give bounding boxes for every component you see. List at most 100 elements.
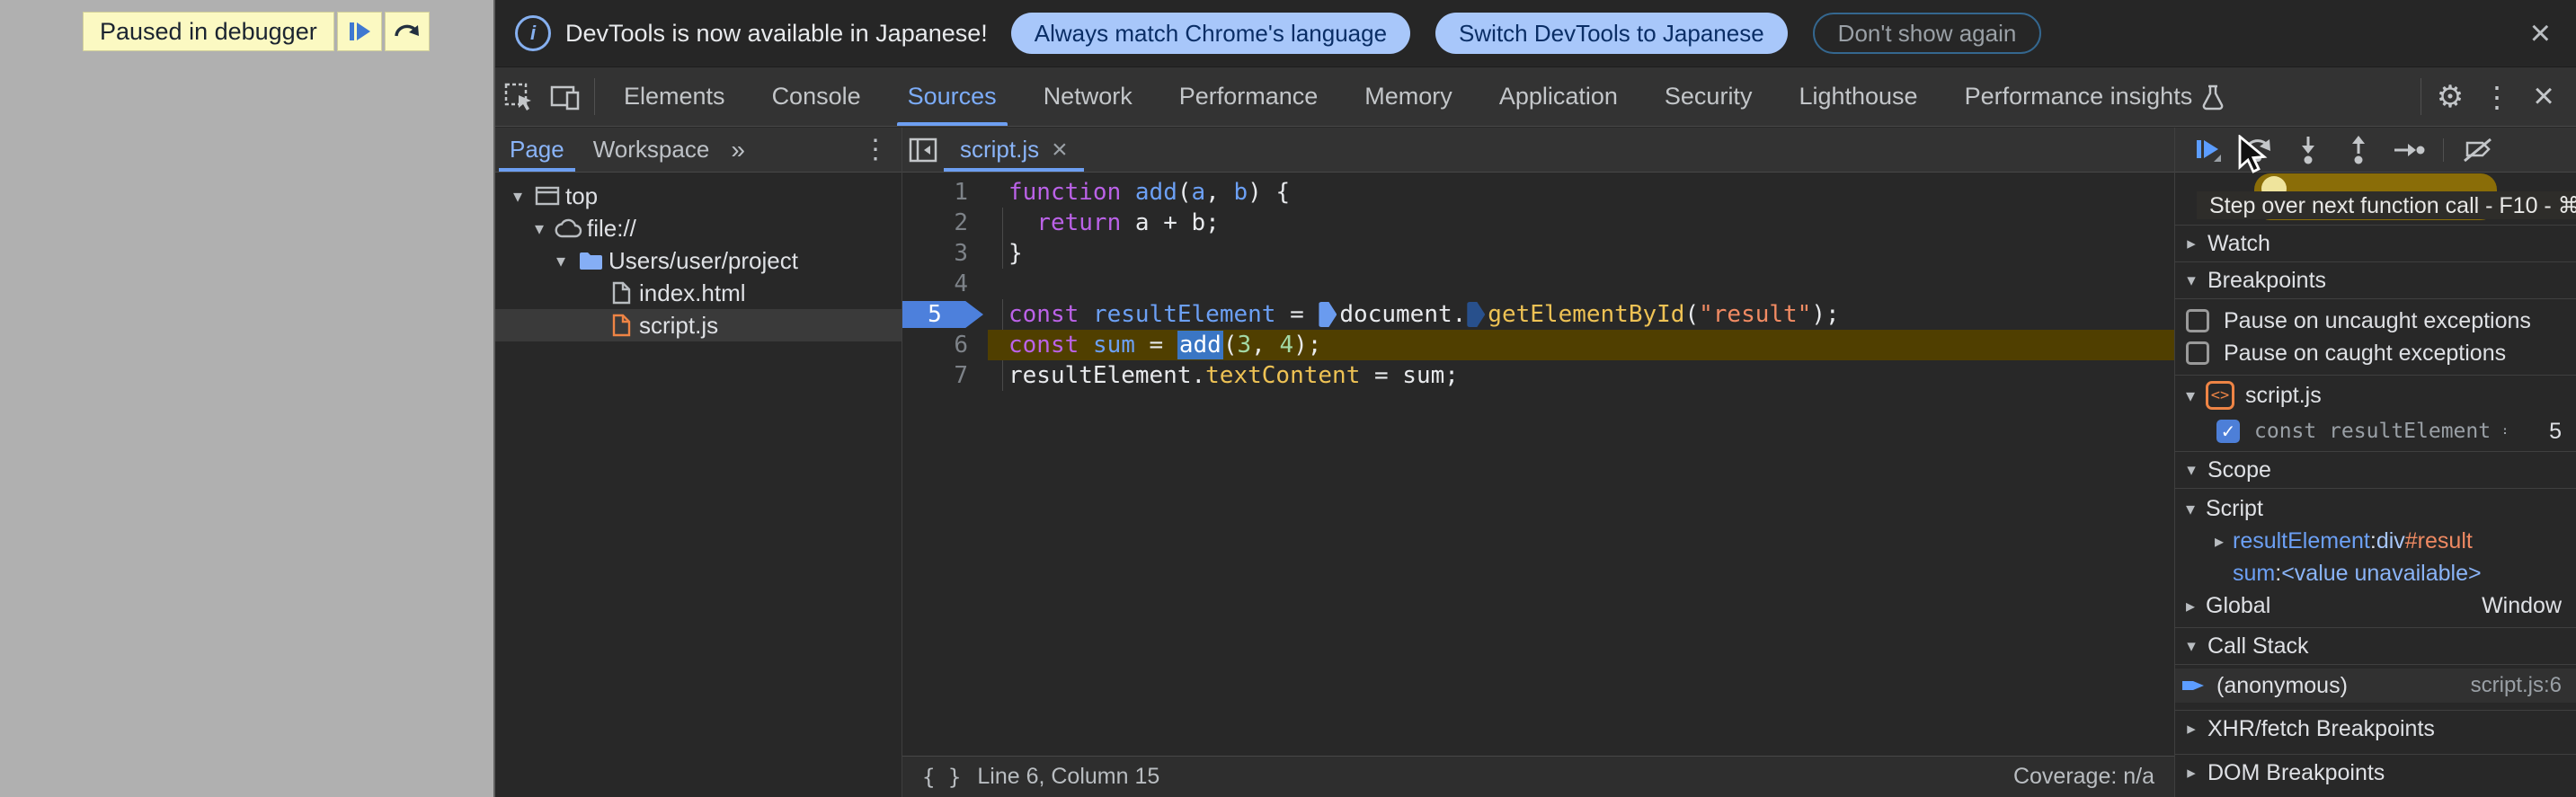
scope-script-row[interactable]: ▾ Script [2175, 492, 2576, 525]
token: a + b; [1121, 209, 1220, 236]
code-line-2[interactable]: 2 return a + b; [902, 208, 2174, 238]
scope-global-row[interactable]: ▸ Global Window [2175, 589, 2576, 622]
tab-application[interactable]: Application [1476, 67, 1641, 126]
token: ); [1293, 332, 1322, 359]
tab-performance-insights[interactable]: Performance insights [1941, 67, 2249, 126]
section-dom-breakpoints[interactable]: ▸ DOM Breakpoints [2175, 754, 2576, 791]
line-number-5[interactable]: 5 [902, 299, 988, 330]
token: = sum; [1360, 362, 1459, 389]
tab-label: Security [1664, 83, 1753, 110]
disclosure-expanded-icon[interactable]: ▾ [506, 185, 529, 208]
tree-item-index-html[interactable]: index.html [495, 277, 902, 309]
tab-sources[interactable]: Sources [884, 67, 1020, 126]
inline-step-marker[interactable] [1319, 302, 1337, 327]
navigator-kebab-icon[interactable]: ⋮ [862, 134, 889, 165]
frame-icon [535, 186, 560, 206]
breakpoint-group-row[interactable]: ▾ <> script.js [2175, 375, 2576, 415]
tab-memory[interactable]: Memory [1341, 67, 1476, 126]
token: ( [1222, 332, 1238, 359]
frame-location: script.js:6 [2470, 673, 2562, 697]
disclosure-expanded-icon: ▾ [2185, 499, 2196, 519]
scope-var-resultelement[interactable]: ▸ resultElement: div #result [2175, 525, 2576, 557]
step-button[interactable] [2385, 130, 2432, 170]
frame-name: (anonymous) [2216, 672, 2348, 698]
deactivate-breakpoints-button[interactable] [2455, 130, 2501, 170]
line-number-1[interactable]: 1 [902, 177, 988, 208]
breakpoint-checkbox[interactable]: ✓ [2216, 420, 2240, 443]
pause-uncaught-checkbox[interactable] [2186, 309, 2209, 332]
line-number-3[interactable]: 3 [902, 238, 988, 269]
html-file-icon [612, 281, 631, 305]
disclosure-expanded-icon[interactable]: ▾ [528, 217, 551, 240]
pretty-print-icon[interactable]: { } [922, 765, 961, 790]
pause-caught-checkbox[interactable] [2186, 341, 2209, 365]
tab-network[interactable]: Network [1020, 67, 1156, 126]
section-breakpoints[interactable]: ▾ Breakpoints [2175, 261, 2576, 299]
code-line-5[interactable]: 5 const resultElement = document. getEleme… [902, 299, 2174, 330]
section-xhr-breakpoints[interactable]: ▸ XHR/fetch Breakpoints [2175, 710, 2576, 747]
code-line-3[interactable]: 3} [902, 238, 2174, 269]
code-line-4[interactable]: 4 [902, 269, 2174, 299]
paused-in-debugger-overlay: Paused in debugger [83, 12, 430, 51]
tree-item-top[interactable]: ▾ top [495, 180, 902, 212]
device-toolbar-button[interactable] [542, 67, 589, 126]
overlay-resume-button[interactable] [336, 12, 382, 51]
inspect-element-button[interactable] [495, 67, 542, 126]
token: a [1191, 179, 1206, 206]
editor-tab-scriptjs[interactable]: script.js × [944, 128, 1084, 172]
line-number-2[interactable]: 2 [902, 208, 988, 238]
code-line-7[interactable]: 7 resultElement. textContent = sum; [902, 360, 2174, 391]
devtools-close-icon[interactable]: × [2520, 67, 2567, 126]
disclosure-collapsed-icon: ▸ [2185, 596, 2196, 616]
inline-step-marker[interactable] [1467, 302, 1486, 327]
step-over-button[interactable] [2234, 130, 2281, 170]
switch-to-japanese-button[interactable]: Switch DevTools to Japanese [1435, 13, 1788, 54]
pause-caught-row[interactable]: Pause on caught exceptions [2175, 337, 2576, 369]
breakpoint-entry-row[interactable]: ✓ const resultElement = doc⋯ 5 [2175, 415, 2576, 447]
navigator-tab-page[interactable]: Page [495, 128, 579, 172]
line-number-7[interactable]: 7 [902, 360, 988, 391]
code-line-1[interactable]: 1 function add(a, b) { [902, 177, 2174, 208]
code-editor[interactable]: 1 function add(a, b) {2 return a + b; 3} 4 5… [902, 173, 2174, 756]
more-tabs-chevron-icon[interactable]: » [731, 136, 745, 164]
call-stack-frame-row[interactable]: (anonymous) script.js:6 [2175, 669, 2576, 703]
overlay-step-over-button[interactable] [384, 12, 430, 51]
notification-close-icon[interactable]: × [2530, 15, 2551, 51]
step-into-button[interactable] [2285, 130, 2332, 170]
token: const [1008, 332, 1079, 359]
token: ( [1684, 301, 1700, 328]
scope-var-sum[interactable]: sum: <value unavailable> [2175, 557, 2576, 589]
toggle-navigator-button[interactable] [902, 128, 944, 172]
tab-performance[interactable]: Performance [1156, 67, 1342, 126]
tree-item-script-js[interactable]: script.js [495, 309, 902, 341]
tree-item-file[interactable]: ▾ file:// [495, 212, 902, 244]
resume-script-button[interactable] [2184, 130, 2231, 170]
main-toolbar: Elements Console Sources Network Performance… [495, 67, 2576, 127]
disclosure-expanded-icon[interactable]: ▾ [549, 250, 573, 272]
cloud-wrap [551, 217, 587, 239]
tree-item-users-user-project[interactable]: ▾ Users/user/project [495, 244, 902, 277]
section-call-stack[interactable]: ▾ Call Stack [2175, 627, 2576, 665]
browser-page-background: Paused in debugger [0, 0, 493, 797]
navigator-tab-workspace[interactable]: Workspace [579, 128, 724, 172]
devtools-window: i DevTools is now available in Japanese!… [493, 0, 2576, 797]
line-number-6[interactable]: 6 [902, 330, 988, 360]
section-scope[interactable]: ▾ Scope [2175, 451, 2576, 489]
tab-close-icon[interactable]: × [1052, 135, 1068, 165]
line-number-4[interactable]: 4 [902, 269, 988, 299]
step-out-button[interactable] [2335, 130, 2382, 170]
code-line-6[interactable]: 6 const sum = add(3, 4); [902, 330, 2174, 360]
debugger-sections: ▸ Watch ▾ Breakpoints Pause on uncaught … [2175, 173, 2576, 797]
tab-security[interactable]: Security [1641, 67, 1776, 126]
tab-console[interactable]: Console [749, 67, 884, 126]
tab-lighthouse[interactable]: Lighthouse [1775, 67, 1941, 126]
section-watch[interactable]: ▸ Watch [2175, 225, 2576, 261]
token: textContent [1205, 362, 1361, 389]
kebab-menu-icon[interactable]: ⋮ [2474, 67, 2520, 126]
tab-elements[interactable]: Elements [600, 67, 749, 126]
dont-show-again-button[interactable]: Don't show again [1812, 13, 2042, 54]
settings-gear-icon[interactable]: ⚙ [2427, 67, 2474, 126]
folder-icon [580, 252, 602, 270]
always-match-language-button[interactable]: Always match Chrome's language [1010, 13, 1411, 54]
pause-uncaught-row[interactable]: Pause on uncaught exceptions [2175, 305, 2576, 337]
